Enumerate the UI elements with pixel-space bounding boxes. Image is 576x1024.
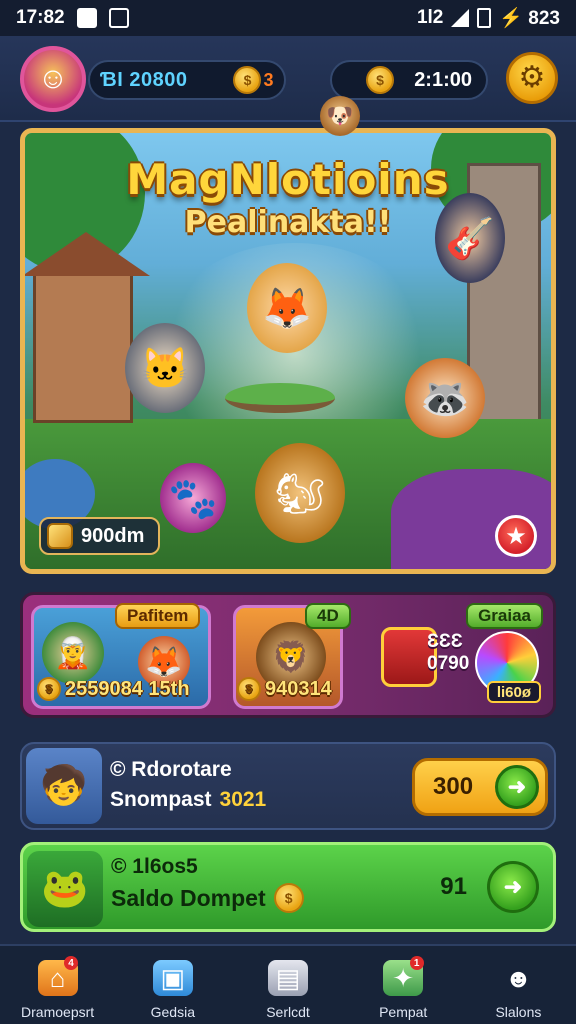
nav-item-map[interactable]: ✦ 1 Pempat xyxy=(346,946,461,1024)
settings-gear-button[interactable]: ⚙ xyxy=(506,52,558,104)
coin-icon: $ xyxy=(273,883,304,913)
player-avatar[interactable]: ☺ xyxy=(20,46,86,112)
house-decoration xyxy=(25,232,150,423)
hero-banner[interactable]: 🐱 🦊 🎸 🦝 🐾 🐿 MagNlotioins Pealinakta!! 90… xyxy=(20,128,556,574)
signal-icon xyxy=(451,9,470,27)
currency-counter-2[interactable]: $ 2:1:00 xyxy=(330,60,488,100)
nav-item-cube[interactable]: ▣ Gedsia xyxy=(115,946,230,1024)
currency-1-value: ƁI 20800 xyxy=(100,68,188,91)
box-icon: ▤ xyxy=(268,960,308,996)
status-battery-text: ⚡ 823 xyxy=(499,8,560,29)
cube-icon: ▣ xyxy=(152,960,193,996)
star-icon: ★ xyxy=(505,522,527,550)
character-pink-pet: 🐾 xyxy=(160,463,226,533)
favorite-star-button[interactable]: ★ xyxy=(495,515,537,557)
hero-badge-value: 900dm xyxy=(81,524,145,547)
orb-label: li60ø xyxy=(486,681,541,703)
pet-icon: 🐶 xyxy=(320,96,360,136)
wallet-value: 91 xyxy=(440,873,467,900)
nav-item-box[interactable]: ▤ Serlcdt xyxy=(230,946,345,1024)
nav-label-home: Dramoepsrt xyxy=(21,1004,95,1020)
nav-label-user: Slalons xyxy=(495,1004,542,1020)
reward-claim-button[interactable]: 300 ➜ xyxy=(412,758,548,816)
character-raccoon-mage: 🦝 xyxy=(405,358,485,438)
reward-claim-value: 300 xyxy=(433,773,474,800)
nav-label-map: Pempat xyxy=(379,1004,428,1020)
coin-icon: $ xyxy=(233,66,262,94)
character-cat-warrior: 🐱 xyxy=(125,323,205,413)
nav-label-cube: Gedsia xyxy=(150,1004,195,1020)
nav-item-user[interactable]: ☻ Slalons xyxy=(461,946,576,1024)
wallet-avatar-icon: 🐸 xyxy=(27,851,103,927)
reward-row-subtitle: Snompast 3021 xyxy=(110,788,266,812)
notification-dot: 4 xyxy=(64,956,78,970)
promo-right-tag[interactable]: Graiaa xyxy=(466,603,543,629)
top-bar: ☺ ƁI 20800 $ 3 🐶 $ 2:1:00 ⚙ xyxy=(0,36,576,136)
status-time: 17:82 xyxy=(16,7,65,28)
status-network-text: 1l2 xyxy=(416,7,444,28)
notification-icon xyxy=(76,8,97,28)
notification-dot: 1 xyxy=(409,956,424,970)
promo-strip: 🧝 🦊 Pafitem $ 2559084 15th 🦁 4D $ 940314… xyxy=(20,592,556,718)
wallet-row-title: © 1l6os5 xyxy=(111,855,198,878)
hero-title: MagNlotioins xyxy=(126,155,450,204)
promo-card-2-tag: 4D xyxy=(305,603,351,629)
chest-info: ƐƐƐ 0790 xyxy=(427,631,469,675)
wallet-row[interactable]: 🐸 © 1l6os5 Saldo Dompet $ 91 ➜ xyxy=(20,842,556,932)
character-squirrel: 🐿 xyxy=(255,443,345,543)
camera-icon xyxy=(108,8,129,28)
wallet-row-label-text: Saldo Dompet xyxy=(111,884,266,911)
promo-card-1-tag: Pafitem xyxy=(115,603,201,629)
currency-counter-1[interactable]: ƁI 20800 $ 3 xyxy=(88,60,286,100)
currency-2-value: 2:1:00 xyxy=(414,68,472,91)
status-bar: 17:82 1l2 ⚡ 823 xyxy=(0,0,576,36)
promo-card-1-price-text: 2559084 15th xyxy=(65,677,190,700)
hero-subtitle: Pealinakta!! xyxy=(184,205,392,240)
character-fox-hero: 🦊 xyxy=(247,263,327,353)
nav-item-home[interactable]: ⌂ 4 Dramoepsrt xyxy=(0,946,115,1024)
boy-avatar-icon: 🧒 xyxy=(26,748,102,824)
wallet-row-label: Saldo Dompet $ xyxy=(111,883,304,913)
coin-icon: $ xyxy=(366,66,394,94)
hero-badge[interactable]: 900dm xyxy=(39,517,161,555)
promo-card-2-price-text: 940314 xyxy=(265,677,332,700)
reward-row-title: © Rdorotare xyxy=(110,758,232,781)
floating-island xyxy=(225,383,335,413)
arrow-right-icon: ➜ xyxy=(503,874,523,899)
gem-icon xyxy=(47,523,73,549)
reward-row-accent: 3021 xyxy=(219,788,267,811)
reward-row-subtitle-text: Snompast xyxy=(110,788,212,811)
coin-icon: $ xyxy=(37,677,61,701)
arrow-right-icon: ➜ xyxy=(495,765,539,809)
bottom-nav: ⌂ 4 Dramoepsrt ▣ Gedsia ▤ Serlcdt ✦ 1 Pe… xyxy=(0,944,576,1024)
battery-icon xyxy=(477,8,492,28)
coin-icon: $ xyxy=(237,677,261,701)
nav-label-box: Serlcdt xyxy=(266,1004,310,1020)
currency-1-suffix: 3 xyxy=(263,69,274,90)
chest-line-1: ƐƐƐ xyxy=(427,631,463,652)
user-icon: ☻ xyxy=(504,962,533,993)
promo-card-2-price: $ 940314 xyxy=(237,677,332,701)
character-green-hat: 🧝 xyxy=(42,622,104,684)
reward-row[interactable]: 🧒 © Rdorotare Snompast 3021 300 ➜ xyxy=(20,742,556,830)
gear-icon: ⚙ xyxy=(518,61,546,94)
wallet-go-button[interactable]: ➜ xyxy=(487,861,539,913)
chest-line-2: 0790 xyxy=(427,653,470,674)
promo-card-1-price: $ 2559084 15th xyxy=(37,677,190,701)
